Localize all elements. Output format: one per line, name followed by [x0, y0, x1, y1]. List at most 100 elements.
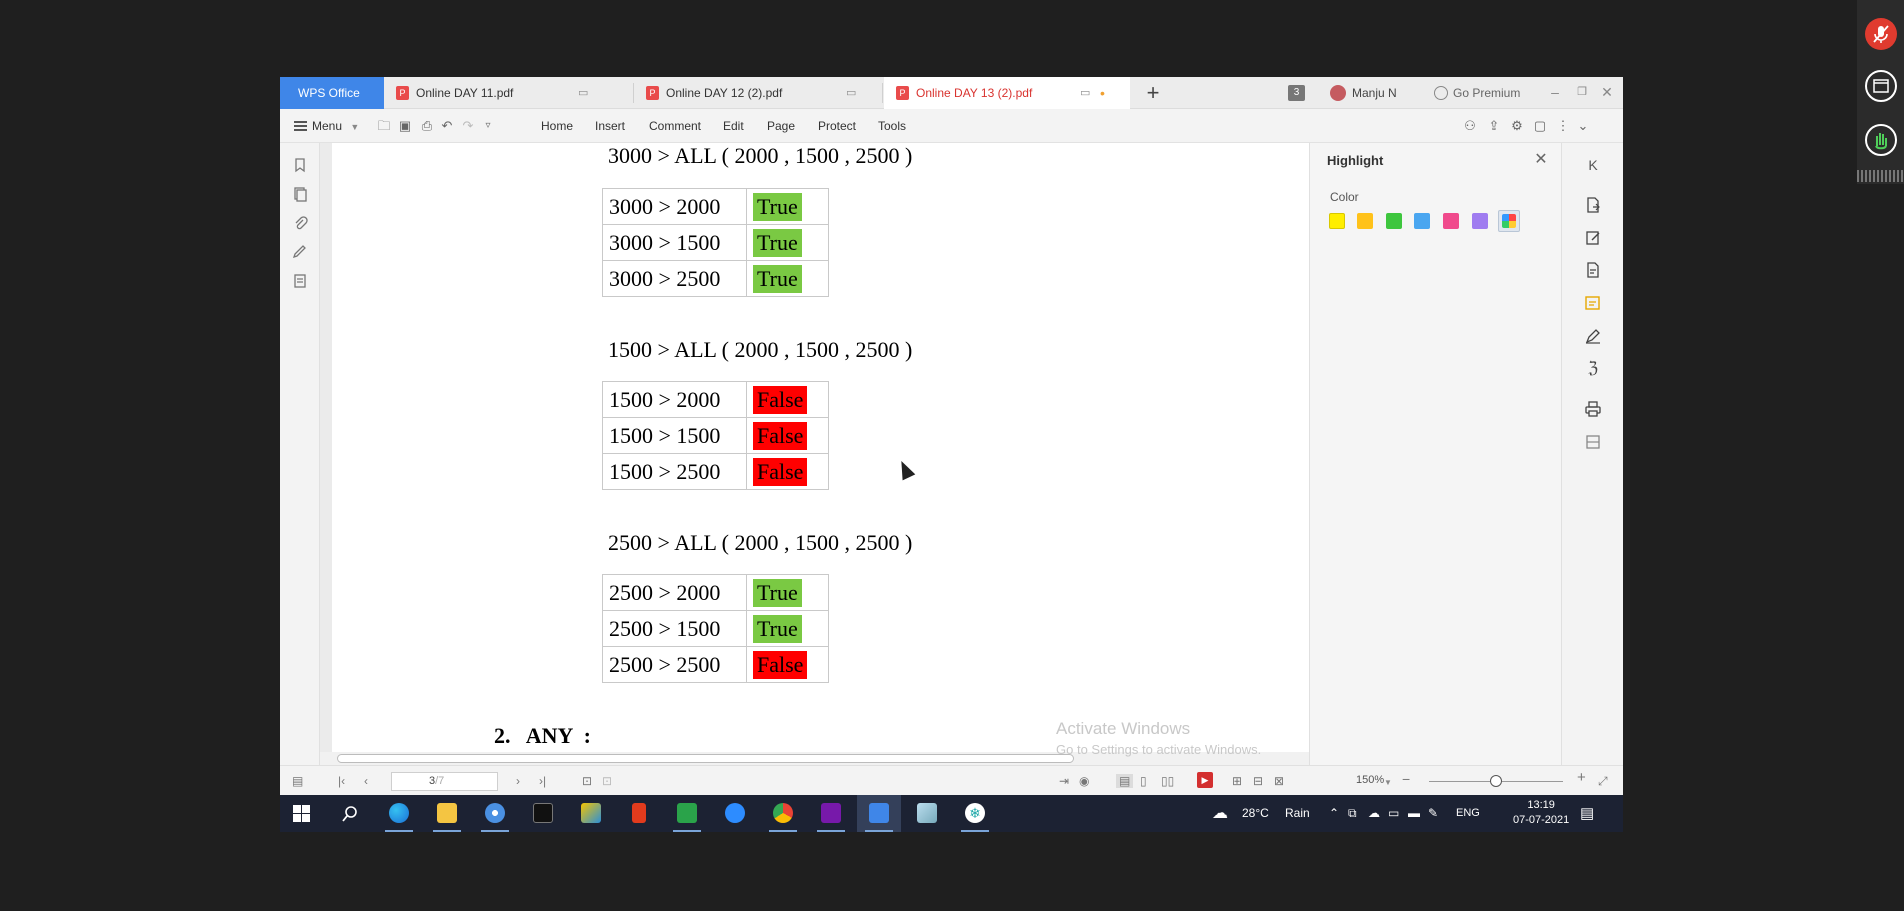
user-avatar[interactable]	[1330, 85, 1346, 101]
onedrive-icon[interactable]: ☁	[1368, 795, 1380, 832]
fullscreen-icon[interactable]: ⤢	[1598, 774, 1608, 788]
swatch-blue[interactable]	[1414, 213, 1430, 229]
restore-icon[interactable]: ❐	[1570, 77, 1594, 109]
print-icon[interactable]	[1584, 400, 1602, 418]
battery-icon[interactable]: ▬	[1408, 795, 1420, 832]
tray-chevron-icon[interactable]: ⌃	[1329, 795, 1339, 832]
weather-desc[interactable]: Rain	[1285, 795, 1310, 832]
drag-handle[interactable]	[1857, 170, 1904, 182]
dual-page-icon[interactable]: ▯▯	[1161, 774, 1174, 788]
prev-page-icon[interactable]: ‹	[364, 774, 368, 788]
swatch-purple[interactable]	[1472, 213, 1488, 229]
close-panel-icon[interactable]: ✕	[1532, 149, 1550, 169]
swatch-yellow[interactable]	[1329, 213, 1345, 229]
taskbar-terminal[interactable]	[521, 795, 565, 832]
play-slideshow-icon[interactable]: ▶	[1197, 772, 1213, 788]
edit-pdf-icon[interactable]	[1584, 229, 1602, 247]
zoom-in-icon[interactable]: +	[1577, 770, 1586, 785]
collapse-panel-icon[interactable]: K	[1584, 157, 1602, 175]
taskbar-app-upload[interactable]	[665, 795, 709, 832]
thumbnail-icon[interactable]	[292, 186, 308, 202]
swatch-orange[interactable]	[1357, 213, 1373, 229]
weather-temp[interactable]: 28°C	[1242, 795, 1269, 832]
comment-icon[interactable]: ▢	[1533, 119, 1547, 133]
annotate-icon[interactable]	[1584, 294, 1602, 312]
undo-icon[interactable]: ↶	[440, 119, 454, 133]
tab-online-day-13[interactable]: P Online DAY 13 (2).pdf ▭ •	[884, 77, 1130, 109]
tab-protect[interactable]: Protect	[818, 109, 856, 143]
customize-icon[interactable]: ▿	[481, 119, 495, 133]
network-icon[interactable]: ▭	[1388, 795, 1399, 832]
horizontal-scroll-thumb[interactable]	[337, 754, 1074, 763]
pen-icon[interactable]: ✎	[1428, 795, 1438, 832]
swatch-green[interactable]	[1386, 213, 1402, 229]
taskbar-chrome[interactable]	[761, 795, 805, 832]
go-premium-button[interactable]: Go Premium	[1453, 77, 1520, 109]
taskbar-wps[interactable]	[857, 795, 901, 832]
compare-icon[interactable]: ℨ	[1584, 358, 1602, 377]
fit-width-icon[interactable]: ⊞	[1232, 774, 1242, 788]
go-forward-icon[interactable]: ⊡	[602, 774, 612, 788]
print-icon[interactable]: ⎙	[420, 119, 434, 133]
single-page-icon[interactable]: ▯	[1140, 774, 1147, 788]
weather-icon[interactable]: ☁	[1212, 803, 1228, 823]
minimize-icon[interactable]: –	[1543, 77, 1567, 109]
tab-count-badge[interactable]: 3	[1288, 85, 1305, 101]
share-user-icon[interactable]: ⚇	[1463, 119, 1477, 133]
settings-icon[interactable]: ⚙	[1510, 119, 1524, 133]
go-back-icon[interactable]: ⊡	[582, 774, 592, 788]
signature-icon[interactable]	[292, 244, 308, 260]
eye-protection-icon[interactable]: ◉	[1079, 774, 1089, 788]
zoom-out-icon[interactable]: −	[1402, 772, 1410, 786]
save-icon[interactable]: ▣	[398, 119, 412, 133]
sidebar-toggle-icon[interactable]: ▤	[292, 774, 303, 788]
exit-icon[interactable]: ⇥	[1059, 774, 1069, 788]
redo-icon[interactable]: ↷	[461, 119, 475, 133]
document-viewer[interactable]: 3000 > ALL ( 2000 , 1500 , 2500 ) 3000 >…	[320, 143, 1347, 752]
new-tab-button[interactable]: +	[1140, 80, 1166, 106]
fit-page-icon[interactable]: ⊟	[1253, 774, 1263, 788]
zoom-level[interactable]: 150%	[1356, 774, 1384, 786]
tab-online-day-11[interactable]: P Online DAY 11.pdf ▭	[384, 77, 594, 109]
wps-home-tab[interactable]: WPS Office	[280, 77, 384, 109]
document-info-icon[interactable]	[292, 273, 308, 289]
more-icon[interactable]: ⋮	[1556, 119, 1570, 133]
taskbar-paint[interactable]	[569, 795, 613, 832]
meet-now-icon[interactable]: ⧉	[1348, 795, 1357, 832]
tab-comment[interactable]: Comment	[649, 109, 701, 143]
tab-page[interactable]: Page	[767, 109, 795, 143]
taskbar-office[interactable]	[617, 795, 661, 832]
taskbar-edge[interactable]	[377, 795, 421, 832]
tab-tools[interactable]: Tools	[878, 109, 906, 143]
sign-icon[interactable]	[1584, 327, 1602, 345]
last-page-icon[interactable]: ›|	[539, 774, 546, 788]
taskbar-onenote[interactable]	[809, 795, 853, 832]
raise-hand-button[interactable]	[1865, 124, 1897, 156]
attachment-icon[interactable]	[292, 215, 308, 231]
share-icon[interactable]: ⇪	[1487, 119, 1501, 133]
tab-edit[interactable]: Edit	[723, 109, 744, 143]
taskbar-zoom[interactable]	[713, 795, 757, 832]
language-indicator[interactable]: ENG	[1456, 795, 1480, 832]
menu-button[interactable]: Menu ▼	[294, 109, 359, 143]
actual-size-icon[interactable]: ⊠	[1274, 774, 1284, 788]
page-number-field[interactable]: 3/7	[391, 772, 498, 791]
collapse-ribbon-icon[interactable]: ⌄	[1576, 119, 1590, 133]
taskbar-file-explorer[interactable]	[425, 795, 469, 832]
crop-icon[interactable]	[1584, 433, 1602, 451]
search-button[interactable]	[328, 795, 372, 832]
system-clock[interactable]: 13:19 07-07-2021	[1513, 798, 1569, 828]
tab-home[interactable]: Home	[541, 109, 573, 143]
swatch-custom[interactable]	[1498, 210, 1520, 232]
swatch-pink[interactable]	[1443, 213, 1459, 229]
continuous-view-icon[interactable]: ▤	[1116, 774, 1134, 788]
mute-mic-button[interactable]	[1865, 18, 1897, 50]
close-icon[interactable]: ✕	[1595, 77, 1619, 109]
taskbar-notepad[interactable]	[905, 795, 949, 832]
first-page-icon[interactable]: |‹	[338, 774, 345, 788]
notifications-icon[interactable]: ▤	[1580, 795, 1594, 832]
export-pdf-icon[interactable]	[1584, 196, 1602, 214]
tab-insert[interactable]: Insert	[595, 109, 625, 143]
next-page-icon[interactable]: ›	[516, 774, 520, 788]
taskbar-snowflake[interactable]: ❄	[953, 795, 997, 832]
